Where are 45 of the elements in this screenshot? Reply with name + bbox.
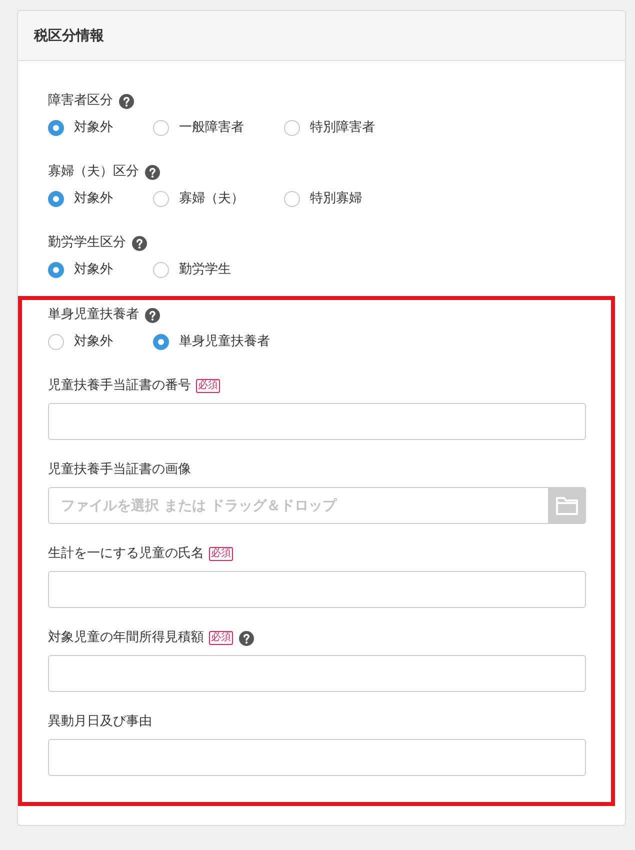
radio-label[interactable]: 単身児童扶養者 [179, 332, 270, 352]
text-input[interactable] [48, 739, 586, 776]
radio-button[interactable] [153, 191, 169, 207]
field-label: 障害者区分 [48, 92, 113, 110]
radio-label[interactable]: 特別寡婦 [310, 189, 362, 209]
radio-button[interactable] [48, 262, 64, 278]
radio-button[interactable] [153, 120, 169, 136]
file-browse-button[interactable] [548, 487, 586, 524]
help-icon[interactable] [145, 308, 160, 322]
help-icon[interactable] [145, 164, 160, 180]
field-label: 児童扶養手当証書の画像 [48, 461, 191, 479]
field-label: 寡婦（夫）区分 [48, 163, 139, 181]
card-title: 税区分情報 [34, 26, 104, 44]
radio-label[interactable]: 寡婦（夫） [179, 189, 244, 209]
radio-button[interactable] [153, 262, 169, 278]
help-icon[interactable] [132, 236, 147, 250]
help-icon[interactable] [239, 630, 254, 646]
radio-label[interactable]: 対象外 [74, 118, 113, 138]
required-badge: 必須 [196, 379, 220, 393]
radio-button[interactable] [284, 120, 300, 136]
field-label: 生計を一にする児童の氏名 [48, 545, 204, 563]
radio-button[interactable] [284, 191, 300, 207]
radio-button[interactable] [48, 120, 64, 136]
text-input[interactable] [48, 571, 586, 608]
radio-button[interactable] [153, 334, 169, 350]
radio-label[interactable]: 対象外 [74, 260, 113, 280]
file-input[interactable]: ファイルを選択 または ドラッグ＆ドロップ [48, 487, 548, 524]
radio-label[interactable]: 対象外 [74, 189, 113, 209]
required-badge: 必須 [209, 631, 233, 645]
folder-icon [556, 496, 578, 514]
text-input[interactable] [48, 655, 586, 692]
radio-button[interactable] [48, 334, 64, 350]
radio-button[interactable] [48, 191, 64, 207]
field-label: 単身児童扶養者 [48, 306, 139, 324]
required-badge: 必須 [209, 547, 233, 561]
field-label: 勤労学生区分 [48, 234, 126, 252]
field-label: 異動月日及び事由 [48, 713, 152, 731]
field-label: 児童扶養手当証書の番号 [48, 377, 191, 395]
field-label: 対象児童の年間所得見積額 [48, 629, 204, 647]
radio-label[interactable]: 対象外 [74, 332, 113, 352]
radio-label[interactable]: 一般障害者 [179, 118, 244, 138]
text-input[interactable] [48, 403, 586, 440]
help-icon[interactable] [119, 94, 134, 108]
radio-label[interactable]: 勤労学生 [179, 260, 231, 280]
radio-label[interactable]: 特別障害者 [310, 118, 375, 138]
